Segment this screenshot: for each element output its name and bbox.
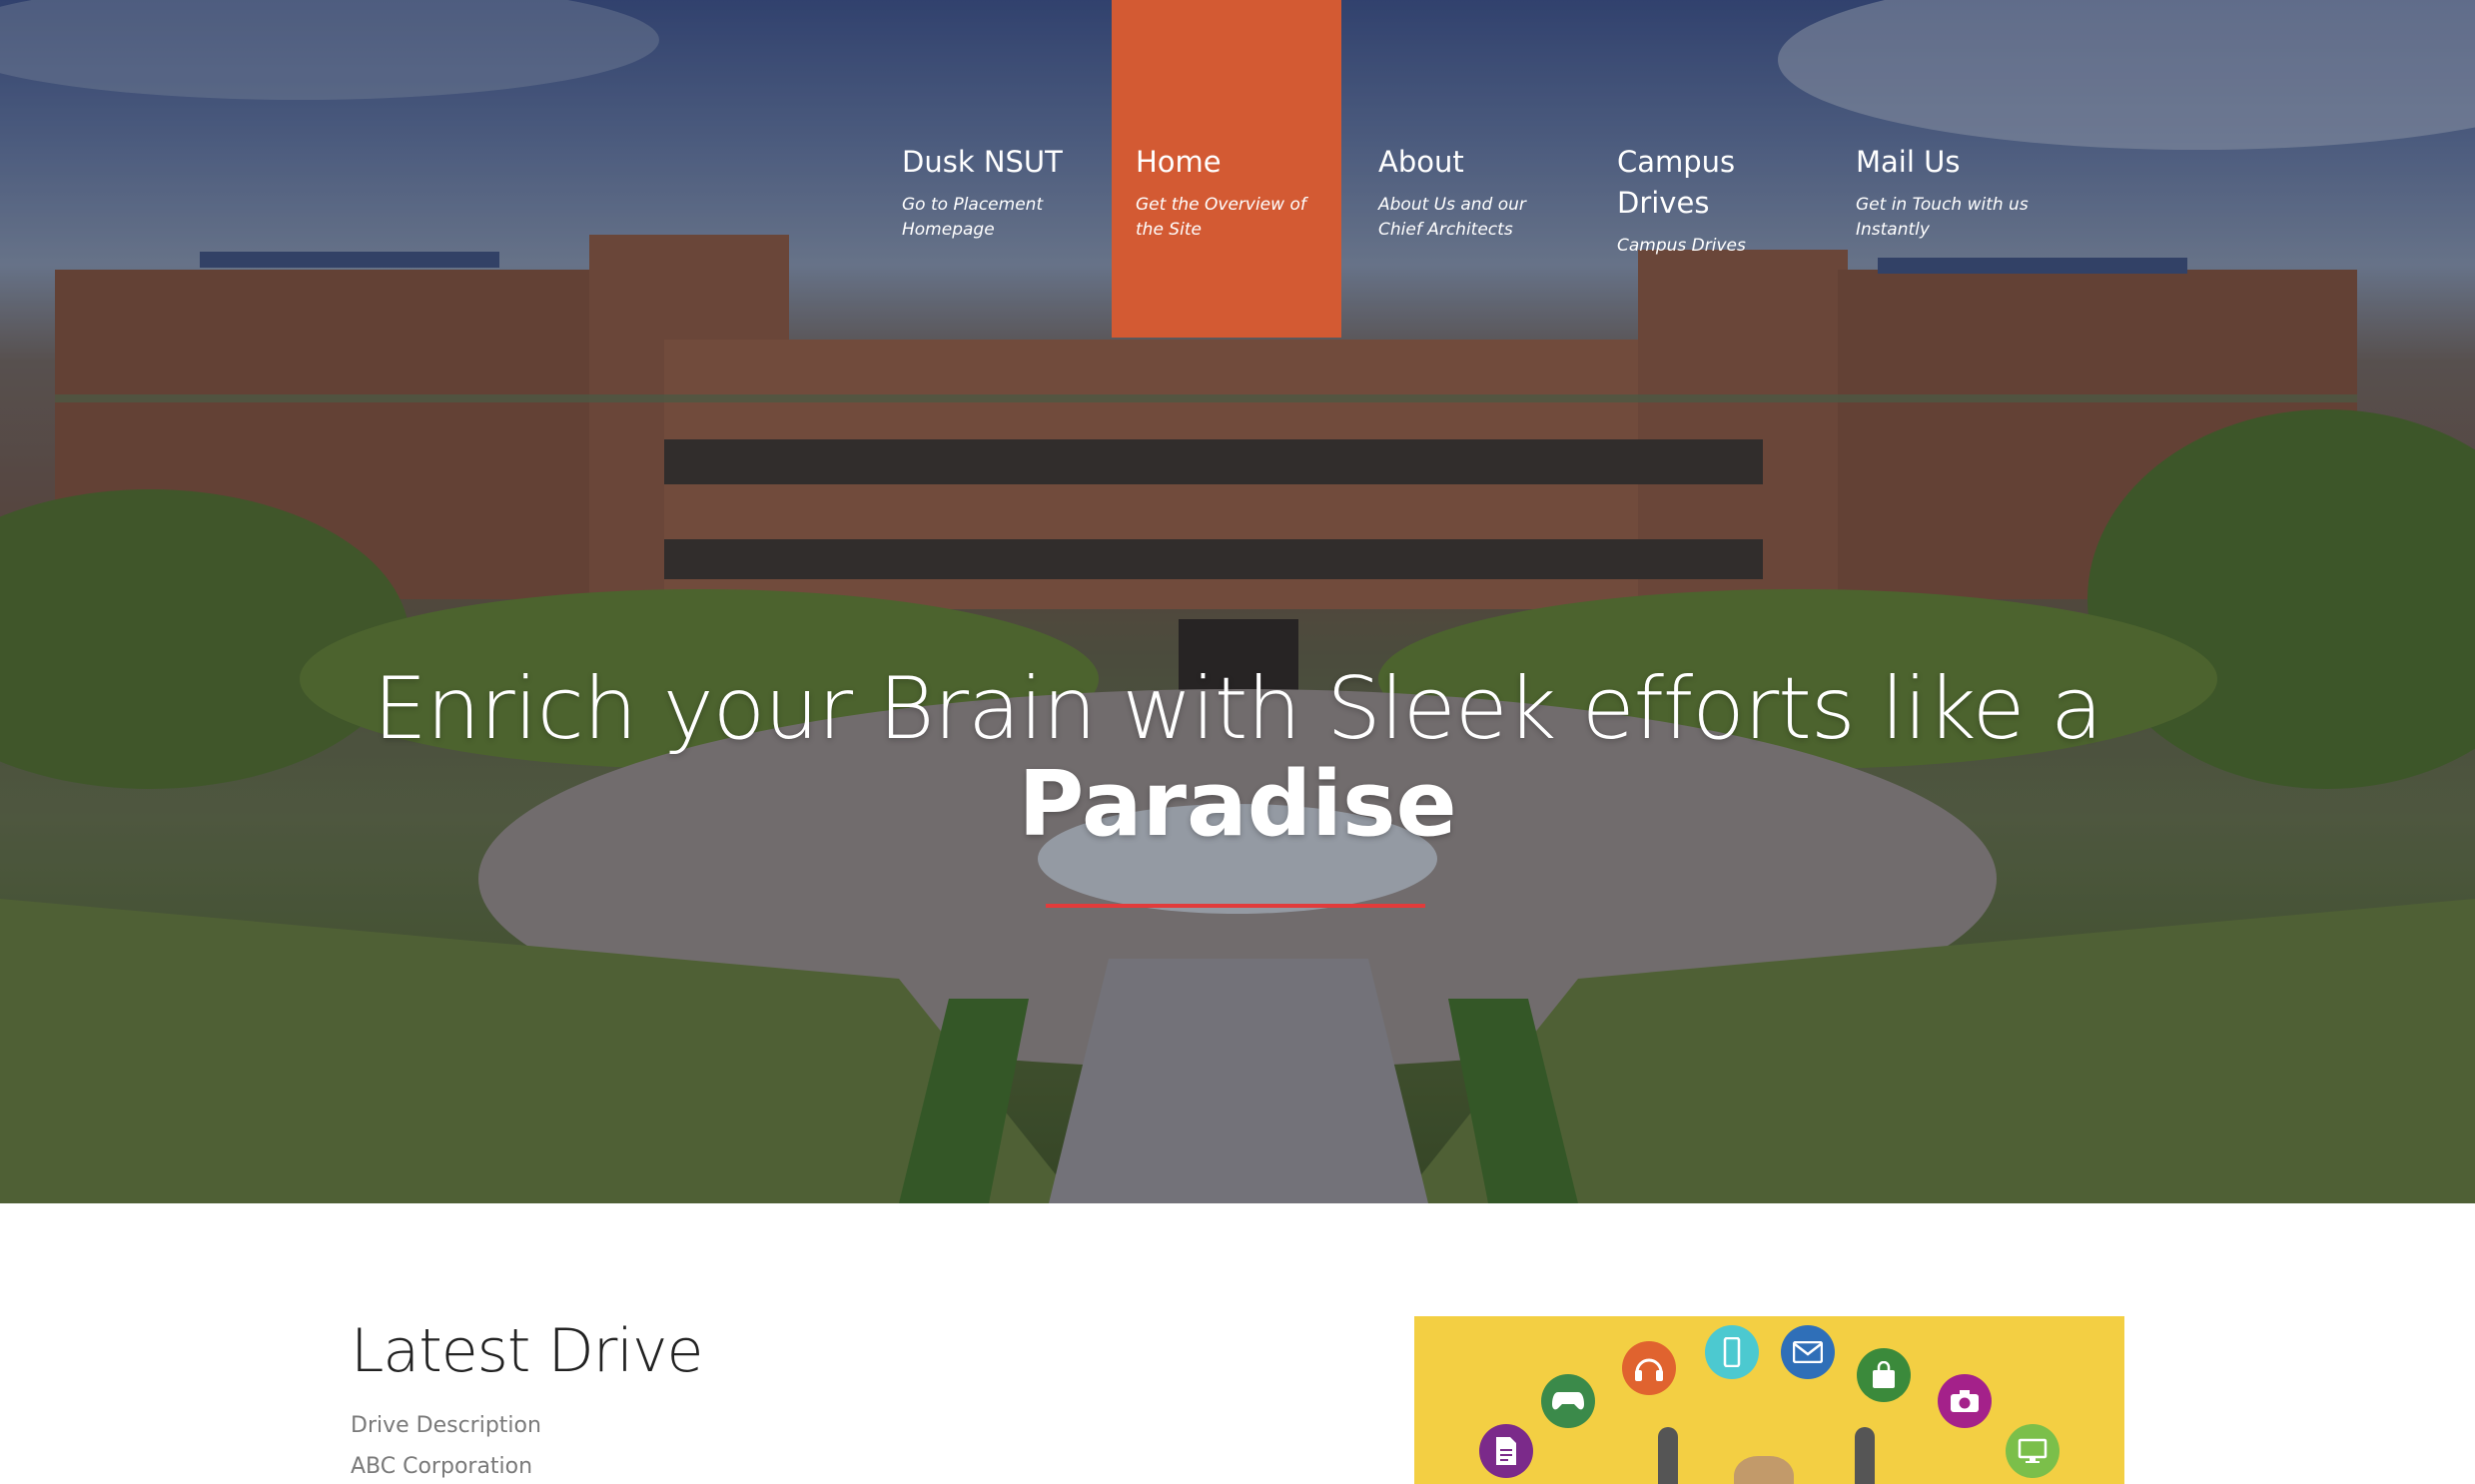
person-arm-left — [1658, 1427, 1678, 1484]
nav-item-title: Home — [1136, 145, 1222, 179]
person-head — [1734, 1456, 1794, 1484]
document-icon — [1479, 1424, 1533, 1478]
person-arm-right — [1855, 1427, 1875, 1484]
nav-item-title: About — [1378, 145, 1464, 179]
headphones-icon — [1622, 1341, 1676, 1395]
nav-item-about[interactable]: About About Us and our Chief Architects — [1354, 0, 1584, 338]
shopping-bag-icon — [1857, 1348, 1911, 1402]
nav-item-dusk-nsut[interactable]: Dusk NSUT Go to Placement Homepage — [878, 0, 1108, 338]
headline-text: Enrich your Brain with Sleek efforts lik… — [373, 659, 2102, 759]
nav-item-subtitle: Go to Placement Homepage — [902, 195, 1044, 240]
headline-underline — [1046, 904, 1425, 908]
nav-item-campus-drives[interactable]: Campus Drives Campus Drives — [1593, 0, 1793, 338]
apps-illustration — [1414, 1316, 2124, 1484]
nav-item-title: Campus Drives — [1617, 145, 1736, 220]
drive-company: ABC Corporation — [351, 1454, 533, 1479]
nav-item-mail-us[interactable]: Mail Us Get in Touch with us Instantly — [1832, 0, 2062, 338]
nav-item-subtitle: About Us and our Chief Architects — [1378, 195, 1526, 240]
mail-icon — [1781, 1325, 1835, 1379]
phone-icon — [1705, 1325, 1759, 1379]
nav-item-subtitle: Get in Touch with us Instantly — [1856, 195, 2029, 240]
latest-drive-title: Latest Drive — [351, 1316, 703, 1386]
nav-item-title: Mail Us — [1856, 145, 1961, 179]
camera-icon — [1938, 1374, 1992, 1428]
hero-headline: Enrich your Brain with Sleek efforts lik… — [0, 659, 2475, 857]
nav-item-subtitle: Get the Overview of the Site — [1136, 195, 1306, 240]
monitor-icon — [2006, 1424, 2060, 1478]
drive-description: Drive Description — [351, 1413, 541, 1438]
headline-bold-text: Paradise — [1018, 752, 1457, 857]
hero-banner: Dusk NSUT Go to Placement Homepage Home … — [0, 0, 2475, 1203]
top-navigation: Dusk NSUT Go to Placement Homepage Home … — [0, 0, 2475, 340]
nav-item-home[interactable]: Home Get the Overview of the Site — [1112, 0, 1341, 338]
nav-item-title: Dusk NSUT — [902, 145, 1063, 179]
nav-item-subtitle: Campus Drives — [1617, 236, 1746, 256]
gamepad-icon — [1541, 1374, 1595, 1428]
